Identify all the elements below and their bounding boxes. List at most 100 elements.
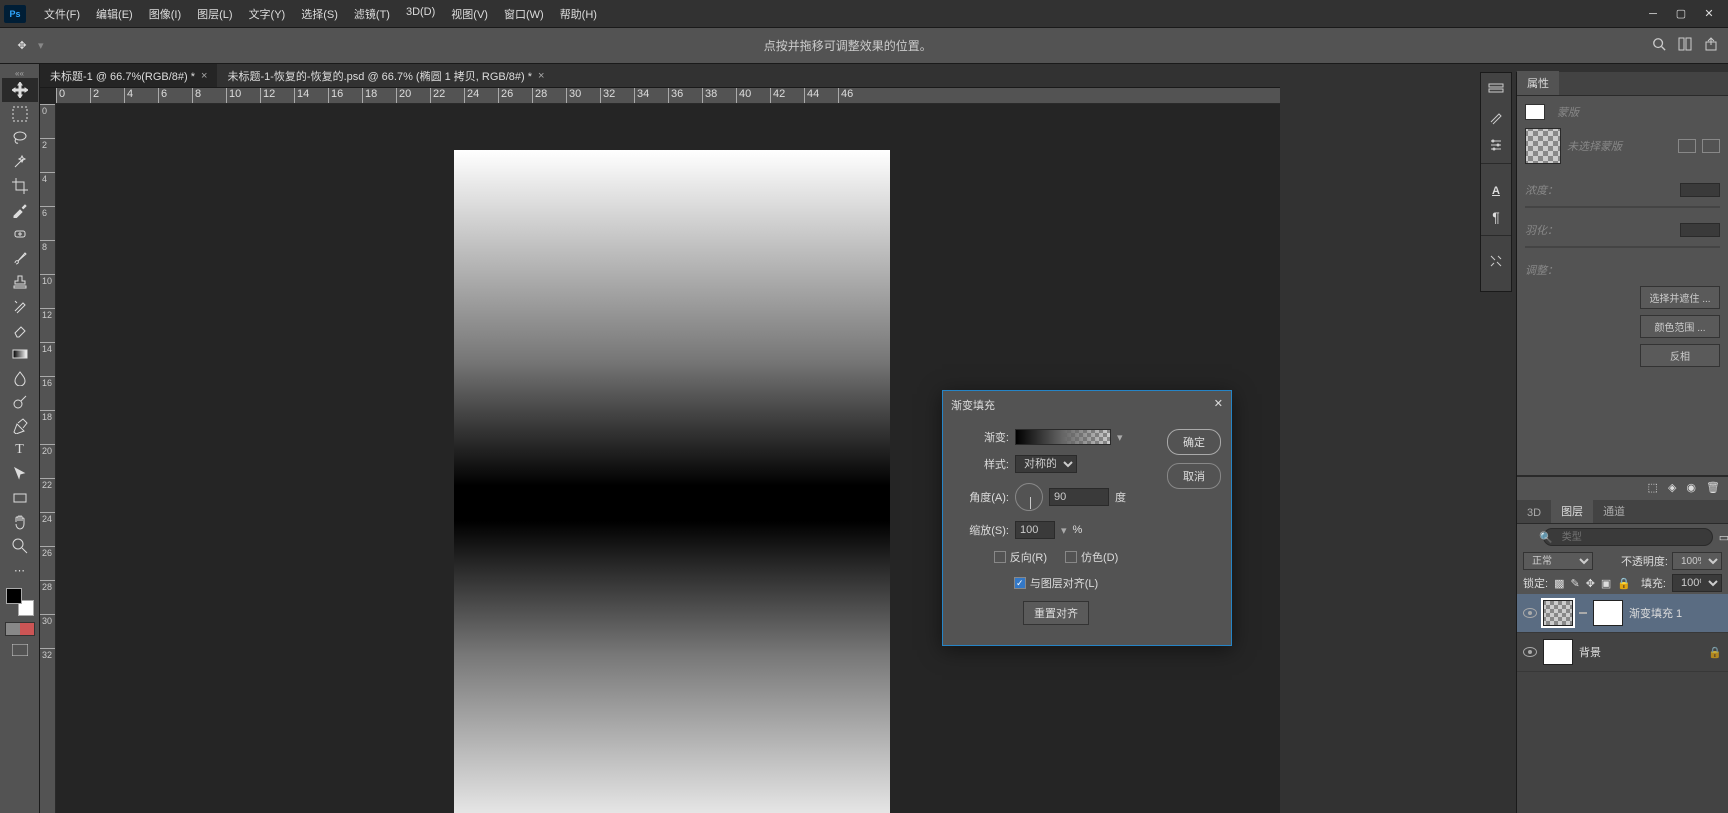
blend-mode-select[interactable]: 正常 — [1523, 552, 1593, 570]
artboard[interactable] — [454, 150, 890, 813]
history-brush-tool[interactable] — [2, 294, 38, 318]
character-panel-icon[interactable]: A — [1486, 179, 1506, 199]
gradient-tool[interactable] — [2, 342, 38, 366]
lock-pixels-icon[interactable]: ✎ — [1570, 577, 1579, 590]
fill-select[interactable]: 100% — [1672, 574, 1722, 592]
opacity-select[interactable]: 100% — [1672, 552, 1722, 570]
toolbox-collapse[interactable]: «« — [0, 68, 39, 78]
screenmode-button[interactable] — [6, 642, 34, 658]
paragraph-panel-icon[interactable]: ¶ — [1486, 207, 1506, 227]
close-button[interactable]: ✕ — [1702, 7, 1716, 21]
delete-mask-icon[interactable]: 🗑 — [1706, 481, 1720, 494]
lasso-tool[interactable] — [2, 126, 38, 150]
menu-3D(D)[interactable]: 3D(D) — [398, 6, 443, 22]
lock-position-icon[interactable]: ✥ — [1586, 577, 1595, 590]
dither-checkbox[interactable]: 仿色(D) — [1065, 549, 1118, 565]
tab-close-icon[interactable]: × — [201, 70, 207, 82]
menu-文字(Y)[interactable]: 文字(Y) — [241, 6, 294, 22]
adjust-panel-icon[interactable] — [1486, 135, 1506, 155]
lock-artboard-icon[interactable]: ▣ — [1601, 577, 1611, 590]
type-tool[interactable]: T — [2, 438, 38, 462]
hand-tool[interactable] — [2, 510, 38, 534]
cancel-button[interactable]: 取消 — [1167, 463, 1221, 489]
arrange-icon[interactable] — [1678, 37, 1692, 54]
visibility-icon[interactable] — [1523, 647, 1537, 657]
menu-编辑(E)[interactable]: 编辑(E) — [88, 6, 141, 22]
document-tab[interactable]: 未标题-1 @ 66.7%(RGB/8#) *× — [40, 64, 217, 87]
dodge-tool[interactable] — [2, 390, 38, 414]
ok-button[interactable]: 确定 — [1167, 429, 1221, 455]
dialog-close-icon[interactable]: ✕ — [1214, 397, 1223, 413]
filter-icon[interactable]: 🔍 — [1539, 531, 1553, 544]
magic-wand-tool[interactable] — [2, 150, 38, 174]
menu-图像(I)[interactable]: 图像(I) — [141, 6, 189, 22]
density-field[interactable] — [1680, 183, 1720, 197]
align-checkbox[interactable]: ✓与图层对齐(L) — [1014, 575, 1098, 591]
select-and-mask-button[interactable]: 选择并遮住 ... — [1640, 286, 1720, 309]
eraser-tool[interactable] — [2, 318, 38, 342]
load-selection-icon[interactable]: ⬚ — [1648, 481, 1658, 494]
toggle-mask-icon[interactable]: ◉ — [1686, 481, 1696, 494]
brush-tool[interactable] — [2, 246, 38, 270]
tab-close-icon[interactable]: × — [538, 70, 544, 82]
healing-tool[interactable] — [2, 222, 38, 246]
color-range-button[interactable]: 颜色范围 ... — [1640, 315, 1720, 338]
document-tab[interactable]: 未标题-1-恢复的-恢复的.psd @ 66.7% (椭圆 1 拷贝, RGB/… — [217, 64, 554, 87]
gradient-dropdown-icon[interactable]: ▾ — [1117, 431, 1123, 444]
scale-input[interactable] — [1015, 521, 1055, 539]
menu-图层(L)[interactable]: 图层(L) — [189, 6, 240, 22]
eyedropper-tool[interactable] — [2, 198, 38, 222]
angle-input[interactable] — [1049, 488, 1109, 506]
reverse-checkbox[interactable]: 反向(R) — [994, 549, 1047, 565]
crop-tool[interactable] — [2, 174, 38, 198]
filter-pixel-icon[interactable]: ▭ — [1719, 531, 1728, 544]
lock-icon: 🔒 — [1708, 646, 1722, 659]
reset-align-button[interactable]: 重置对齐 — [1023, 601, 1089, 625]
menu-窗口(W)[interactable]: 窗口(W) — [496, 6, 552, 22]
layer-filter-input[interactable] — [1543, 528, 1713, 546]
invert-button[interactable]: 反相 — [1640, 344, 1720, 367]
tab-channels[interactable]: 通道 — [1593, 499, 1635, 523]
blur-tool[interactable] — [2, 366, 38, 390]
quickmask-toggle[interactable] — [5, 622, 35, 636]
layer-row[interactable]: 背景🔒 — [1517, 633, 1728, 672]
pixel-mask-icon[interactable] — [1678, 139, 1696, 153]
marquee-tool[interactable] — [2, 102, 38, 126]
tools-panel-icon[interactable] — [1486, 251, 1506, 271]
properties-panel: 蒙版 未选择蒙版 浓度： 羽化： 调整： 选择并遮住 ... 颜色范围 ... … — [1517, 96, 1728, 476]
path-select-tool[interactable] — [2, 462, 38, 486]
angle-dial[interactable] — [1015, 483, 1043, 511]
maximize-button[interactable]: ▢ — [1674, 7, 1688, 21]
style-select[interactable]: 对称的 — [1015, 455, 1077, 473]
menu-文件(F)[interactable]: 文件(F) — [36, 6, 88, 22]
color-swatches[interactable] — [6, 588, 34, 616]
zoom-tool[interactable] — [2, 534, 38, 558]
feather-field[interactable] — [1680, 223, 1720, 237]
history-panel-icon[interactable] — [1486, 79, 1506, 99]
vector-mask-icon[interactable] — [1702, 139, 1720, 153]
tab-layers[interactable]: 图层 — [1551, 499, 1593, 523]
share-icon[interactable] — [1704, 37, 1718, 54]
edit-toolbar[interactable]: ⋯ — [2, 558, 38, 582]
minimize-button[interactable]: ─ — [1646, 7, 1660, 21]
menu-视图(V)[interactable]: 视图(V) — [443, 6, 496, 22]
pen-tool[interactable] — [2, 414, 38, 438]
brush-panel-icon[interactable] — [1486, 107, 1506, 127]
menu-选择(S)[interactable]: 选择(S) — [293, 6, 346, 22]
scale-dropdown-icon[interactable]: ▾ — [1061, 524, 1067, 537]
gradient-swatch[interactable] — [1015, 429, 1111, 445]
apply-mask-icon[interactable]: ◈ — [1668, 481, 1676, 494]
tab-properties[interactable]: 属性 — [1517, 71, 1559, 95]
lock-transparency-icon[interactable]: ▩ — [1554, 577, 1564, 590]
search-icon[interactable] — [1652, 37, 1666, 54]
move-tool-icon[interactable]: ✥ — [10, 36, 34, 56]
tab-3d[interactable]: 3D — [1517, 503, 1551, 523]
layer-row[interactable]: 渐变填充 1 — [1517, 594, 1728, 633]
shape-tool[interactable] — [2, 486, 38, 510]
lock-all-icon[interactable]: 🔒 — [1617, 577, 1631, 590]
move-tool[interactable] — [2, 78, 38, 102]
visibility-icon[interactable] — [1523, 608, 1537, 618]
menu-帮助(H)[interactable]: 帮助(H) — [552, 6, 605, 22]
menu-滤镜(T)[interactable]: 滤镜(T) — [346, 6, 398, 22]
stamp-tool[interactable] — [2, 270, 38, 294]
